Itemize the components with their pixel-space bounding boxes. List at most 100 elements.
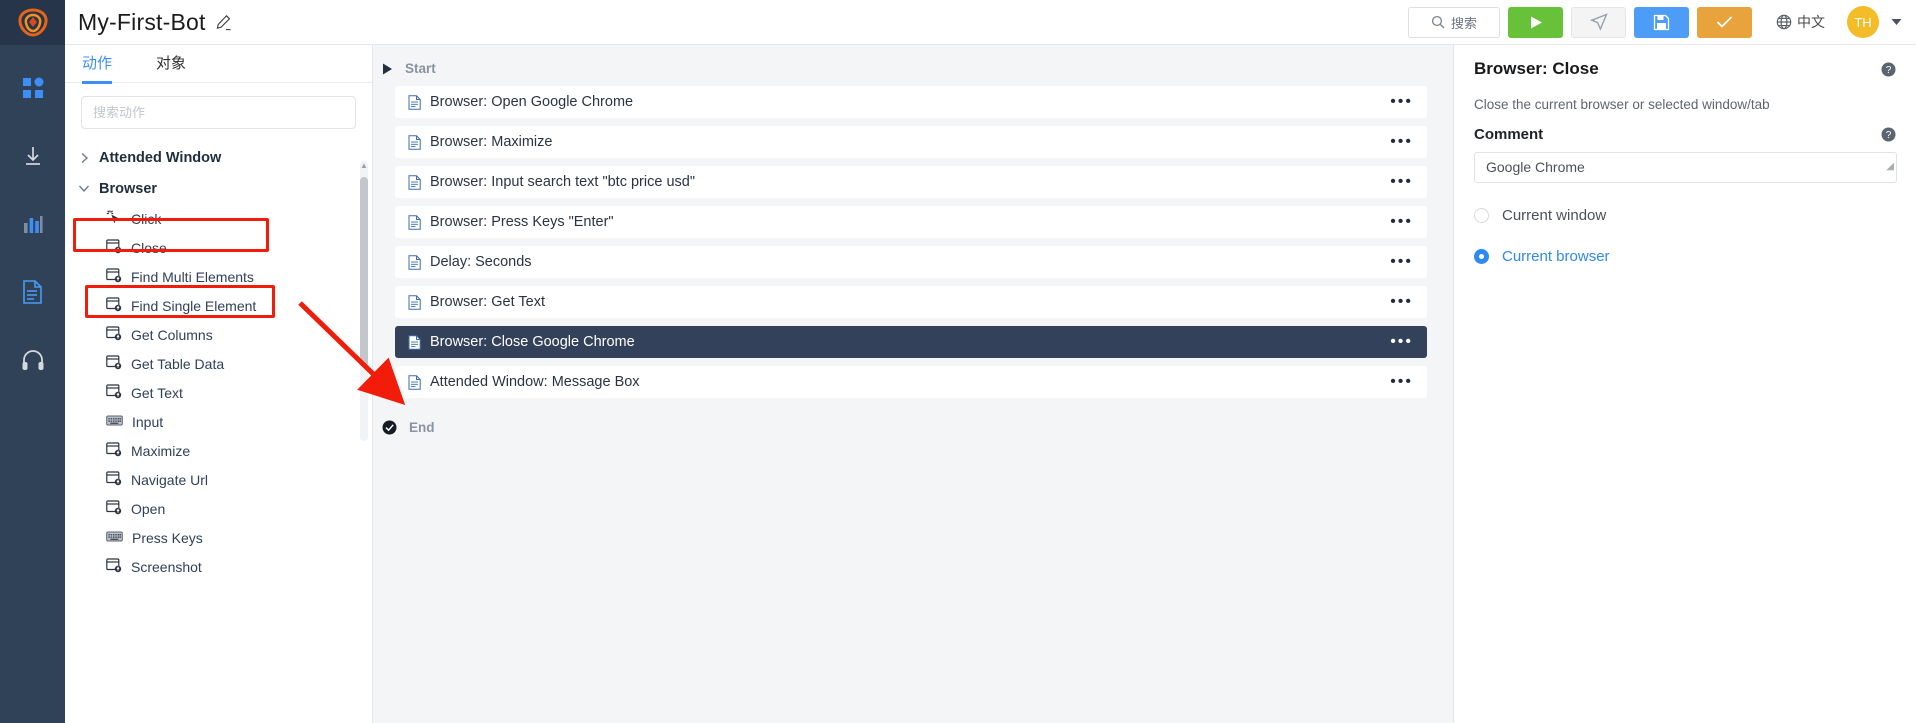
flow-step-row[interactable]: Browser: Input search text "btc price us… [395, 166, 1427, 198]
tree-item-click[interactable]: Click [65, 204, 372, 233]
flow-step-row-selected[interactable]: Browser: Close Google Chrome ••• [395, 326, 1427, 358]
ellipsis-icon[interactable]: ••• [1390, 134, 1413, 150]
flow-step-label: Attended Window: Message Box [430, 374, 640, 390]
tree-item-input[interactable]: Input [65, 407, 372, 436]
tree-item-close[interactable]: Close [65, 233, 372, 262]
search-icon [1431, 15, 1445, 29]
action-tree: Attended Window Browser Click Close Find… [65, 139, 372, 719]
flow-step-row[interactable]: Browser: Open Google Chrome ••• [395, 86, 1427, 118]
flow-step-list: Browser: Open Google Chrome ••• Browser:… [373, 86, 1453, 398]
browser-window-icon [106, 296, 122, 315]
resize-grip-icon[interactable]: ◢ [1886, 153, 1894, 181]
tree-item-label: Get Text [131, 384, 183, 401]
caret-down-icon[interactable] [1891, 13, 1902, 31]
tree-item-label: Screenshot [131, 558, 202, 575]
tree-item-label: Get Table Data [131, 355, 225, 372]
ellipsis-icon[interactable]: ••• [1390, 334, 1413, 350]
search-button-label: 搜索 [1450, 15, 1477, 31]
ellipsis-icon[interactable]: ••• [1390, 94, 1413, 110]
play-icon [1530, 16, 1542, 28]
language-switcher[interactable]: 中文 [1776, 12, 1825, 32]
keyboard-icon [106, 414, 123, 430]
tree-item-open[interactable]: Open [65, 494, 372, 523]
run-button[interactable] [1508, 6, 1563, 38]
avatar[interactable]: TH [1847, 6, 1879, 38]
flow-step-row[interactable]: Browser: Press Keys "Enter" ••• [395, 206, 1427, 238]
option-label: Current window [1502, 207, 1607, 224]
search-button[interactable]: 搜索 [1408, 6, 1500, 38]
document-icon [408, 94, 421, 110]
flow-step-label: Browser: Close Google Chrome [430, 334, 635, 350]
confirm-button[interactable] [1697, 6, 1752, 38]
tree-item-screenshot[interactable]: Screenshot [65, 552, 372, 581]
help-circle-icon[interactable]: ? [1881, 127, 1896, 142]
ellipsis-icon[interactable]: ••• [1390, 214, 1413, 230]
flow-step-label: Delay: Seconds [430, 254, 532, 270]
step-run-button[interactable] [1571, 6, 1626, 38]
document-icon [408, 174, 421, 190]
properties-title-row: Browser: Close ? [1474, 59, 1896, 79]
option-current-browser[interactable]: Current browser [1474, 248, 1896, 265]
rail-item-list [18, 45, 48, 375]
scrollbar-thumb[interactable] [360, 177, 368, 367]
flow-step-row[interactable]: Delay: Seconds ••• [395, 246, 1427, 278]
rail-item-dashboard[interactable] [18, 73, 48, 103]
tree-item-maximize[interactable]: Maximize [65, 436, 372, 465]
comment-input[interactable]: Google Chrome ◢ [1474, 152, 1897, 183]
tree-item-find-single-element[interactable]: Find Single Element [65, 291, 372, 320]
properties-panel: Browser: Close ? Close the current brows… [1453, 45, 1916, 723]
check-circle-icon [382, 420, 397, 435]
option-current-window[interactable]: Current window [1474, 207, 1896, 224]
tree-item-label: Navigate Url [131, 471, 209, 488]
properties-title: Browser: Close [1474, 59, 1599, 78]
flow-step-label: Browser: Maximize [430, 134, 553, 150]
tree-item-label: Input [132, 413, 164, 430]
tree-item-navigate-url[interactable]: Navigate Url [65, 465, 372, 494]
rail-item-reports[interactable] [18, 209, 48, 239]
tree-item-get-text[interactable]: Get Text [65, 378, 372, 407]
rpa-designer-window: My-First-Bot 搜索 中文 TH 动作 对象 搜索动作 Attende… [0, 0, 1916, 723]
pencil-edit-icon[interactable] [215, 14, 232, 31]
tree-group-attended-window[interactable]: Attended Window [65, 142, 372, 173]
rail-item-download[interactable] [18, 141, 48, 171]
help-circle-icon[interactable]: ? [1881, 62, 1896, 77]
scroll-up-arrow-icon[interactable]: ▲ [360, 161, 368, 170]
tree-item-find-multi-elements[interactable]: Find Multi Elements [65, 262, 372, 291]
tree-group-label: Browser [99, 180, 158, 197]
flow-step-row[interactable]: Browser: Maximize ••• [395, 126, 1427, 158]
radio-button[interactable] [1474, 208, 1489, 223]
search-actions-input[interactable] [81, 96, 356, 129]
headset-icon [22, 350, 43, 370]
cursor-click-icon [106, 209, 122, 228]
tree-item-label: Get Columns [131, 326, 213, 343]
tree-item-press-keys[interactable]: Press Keys [65, 523, 372, 552]
tree-item-get-columns[interactable]: Get Columns [65, 320, 372, 349]
tab-objects[interactable]: 对象 [156, 45, 186, 83]
browser-window-icon [106, 325, 122, 344]
rail-item-support[interactable] [18, 345, 48, 375]
properties-description: Close the current browser or selected wi… [1474, 97, 1770, 112]
browser-window-icon [106, 383, 122, 402]
flow-canvas: Start Browser: Open Google Chrome ••• Br… [373, 45, 1453, 723]
ellipsis-icon[interactable]: ••• [1390, 374, 1413, 390]
tree-item-label: Find Single Element [131, 297, 257, 314]
rail-item-logs[interactable] [18, 277, 48, 307]
tree-item-get-table-data[interactable]: Get Table Data [65, 349, 372, 378]
save-button[interactable] [1634, 6, 1689, 38]
tree-group-label: Attended Window [99, 149, 222, 166]
flow-step-label: Browser: Press Keys "Enter" [430, 214, 614, 230]
action-tree-scrollbar[interactable]: ▲ [360, 161, 368, 441]
ellipsis-icon[interactable]: ••• [1390, 174, 1413, 190]
chevron-right-icon [78, 152, 90, 164]
radio-button-selected[interactable] [1474, 249, 1489, 264]
flow-step-row[interactable]: Browser: Get Text ••• [395, 286, 1427, 318]
check-icon [1716, 16, 1733, 28]
tree-group-browser[interactable]: Browser [65, 173, 372, 204]
app-logo-icon [17, 7, 48, 37]
flow-step-row[interactable]: Attended Window: Message Box ••• [395, 366, 1427, 398]
app-logo[interactable] [0, 0, 65, 45]
language-label: 中文 [1797, 14, 1825, 30]
ellipsis-icon[interactable]: ••• [1390, 254, 1413, 270]
ellipsis-icon[interactable]: ••• [1390, 294, 1413, 310]
tab-actions[interactable]: 动作 [82, 45, 113, 84]
